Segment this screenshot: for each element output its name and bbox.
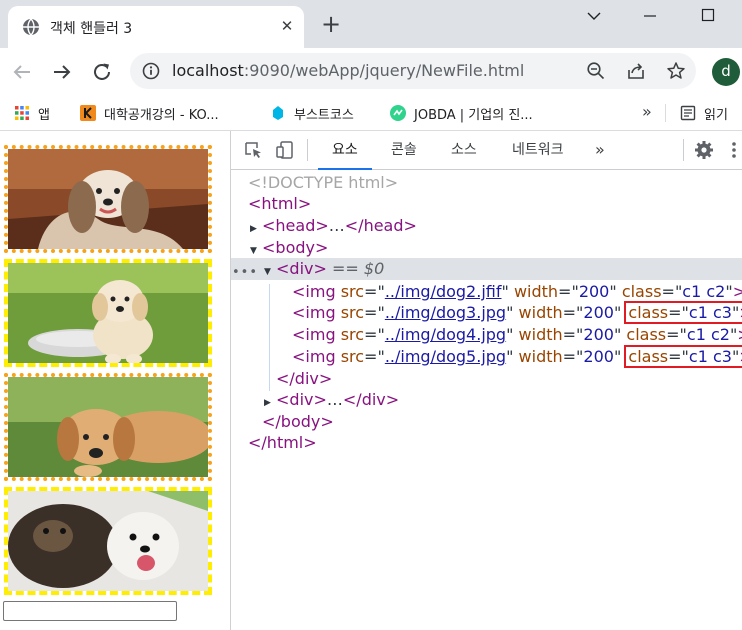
title-bar: 객체 핸들러 3 ✕ + <box>0 0 742 48</box>
page-viewport <box>0 131 231 630</box>
bookmark-label: 대학공개강의 - KO... <box>104 107 219 123</box>
dom-line-div-collapsed[interactable]: ▶ <div>…</div> <box>264 389 399 410</box>
dom-line-img[interactable]: <img src="../img/dog2.jfif" width="200" … <box>292 281 742 302</box>
dog-image-3[interactable] <box>4 373 212 481</box>
forward-arrow-icon[interactable] <box>50 60 74 84</box>
bookmark-label: 앱 <box>38 107 50 123</box>
devtools-separator <box>683 139 684 161</box>
bookmark-boostcourse[interactable]: 부스트코스 <box>270 101 354 125</box>
dom-line-html[interactable]: <html> <box>248 193 311 214</box>
dom-line-div-close[interactable]: </div> <box>276 368 332 389</box>
tab-search-chevron-icon[interactable] <box>580 4 608 28</box>
device-toolbar-icon[interactable] <box>275 140 295 160</box>
dom-line-doctype[interactable]: <!DOCTYPE html> <box>248 172 398 193</box>
bookmark-label: 부스트코스 <box>294 107 354 123</box>
bookmarks-bar: 앱 대학공개강의 - KO... 부스트코스 JOBDA | 기업의 진... … <box>0 96 742 131</box>
text-input[interactable] <box>3 601 177 621</box>
profile-avatar[interactable]: d <box>712 58 740 86</box>
dog5-picture <box>8 491 208 591</box>
dom-line-body[interactable]: ▼ <body> <box>250 237 328 258</box>
dog4-picture <box>8 377 208 477</box>
back-arrow-icon[interactable] <box>10 60 34 84</box>
url-text[interactable]: localhost:9090/webApp/jquery/NewFile.htm… <box>172 61 524 80</box>
tab-console[interactable]: 콘솔 <box>391 131 417 169</box>
tab-title: 객체 핸들러 3 <box>50 21 133 37</box>
bookmarks-divider <box>665 104 666 122</box>
address-bar[interactable]: localhost:9090/webApp/jquery/NewFile.htm… <box>130 53 696 89</box>
new-tab-button[interactable]: + <box>318 12 344 38</box>
dom-line-img[interactable]: <img src="../img/dog4.jpg" width="200" c… <box>292 324 742 345</box>
dog-image-4[interactable] <box>4 487 212 595</box>
kocw-icon <box>80 105 96 121</box>
bookmark-kocw[interactable]: 대학공개강의 - KO... <box>80 101 219 125</box>
bookmark-star-icon[interactable] <box>666 61 686 81</box>
tab-network[interactable]: 네트워크 <box>512 131 564 169</box>
collapse-triangle-icon[interactable]: ▼ <box>264 262 276 283</box>
reading-list-label: 읽기 <box>704 107 728 123</box>
class-attribute-highlight: class="c1 c3"> <box>624 345 742 368</box>
node-actions-ellipsis[interactable]: ••• <box>232 265 258 280</box>
globe-icon <box>23 18 39 36</box>
class-attribute-highlight: class="c1 c3"> <box>624 301 742 324</box>
share-icon[interactable] <box>626 61 646 81</box>
devtools-tab-bar: 요소 콘솔 소스 네트워크 » <box>231 131 742 170</box>
dog-image-2[interactable] <box>4 259 212 367</box>
jobda-icon <box>390 105 406 121</box>
minimize-icon[interactable] <box>636 4 664 28</box>
devtools-separator <box>307 139 308 161</box>
browser-toolbar: localhost:9090/webApp/jquery/NewFile.htm… <box>0 48 742 96</box>
maximize-icon[interactable] <box>694 4 722 28</box>
settings-gear-icon[interactable] <box>694 140 714 160</box>
bookmarks-more-button[interactable]: » <box>642 102 652 121</box>
reading-list-button[interactable]: 읽기 <box>680 101 728 125</box>
kebab-menu-icon[interactable] <box>729 140 739 160</box>
bookmark-jobda[interactable]: JOBDA | 기업의 진... <box>390 101 533 125</box>
more-tabs-button[interactable]: » <box>595 131 605 169</box>
tab-sources[interactable]: 소스 <box>451 131 477 169</box>
tab-elements[interactable]: 요소 <box>318 131 372 170</box>
dom-line-body-close[interactable]: </body> <box>262 411 334 432</box>
browser-tab[interactable]: 객체 핸들러 3 ✕ <box>8 6 304 48</box>
bookmark-label: JOBDA | 기업의 진... <box>414 107 533 123</box>
bookmark-apps[interactable]: 앱 <box>14 101 50 125</box>
boostcourse-icon <box>273 106 283 120</box>
apps-grid-icon <box>15 106 29 120</box>
dom-line-head[interactable]: ▶ <head>…</head> <box>250 215 417 236</box>
site-info-icon[interactable] <box>142 62 160 80</box>
dom-line-div-selected[interactable]: ▼ <div> == $0 <box>264 258 384 279</box>
reading-list-icon <box>680 105 696 121</box>
collapse-triangle-icon[interactable]: ▼ <box>250 241 262 262</box>
dom-line-img[interactable]: <img src="../img/dog3.jpg" width="200" c… <box>292 301 742 324</box>
dog3-picture <box>8 263 208 363</box>
tab-close-icon[interactable]: ✕ <box>276 15 298 37</box>
dom-line-img[interactable]: <img src="../img/dog5.jpg" width="200" c… <box>292 345 742 368</box>
dog2-picture <box>8 149 208 249</box>
tree-indent-guide <box>269 284 270 391</box>
inspect-element-icon[interactable] <box>243 140 263 160</box>
dog-image-1[interactable] <box>4 145 212 253</box>
dom-line-html-close[interactable]: </html> <box>248 432 317 453</box>
reload-icon[interactable] <box>90 60 114 84</box>
zoom-icon[interactable] <box>586 61 606 81</box>
